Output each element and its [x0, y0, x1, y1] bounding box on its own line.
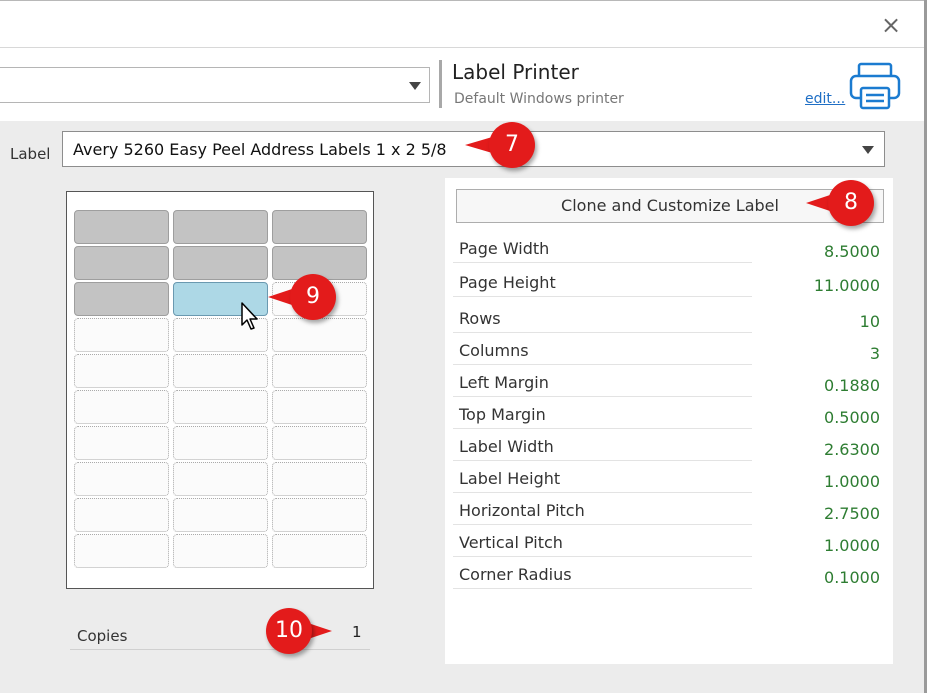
- label-cell[interactable]: [74, 354, 169, 388]
- callout-badge: 10: [266, 608, 312, 654]
- property-value: 11.0000: [813, 276, 880, 295]
- property-name: Columns: [459, 341, 529, 360]
- label-cell[interactable]: [272, 462, 367, 496]
- label-cell[interactable]: [173, 210, 268, 244]
- property-name: Rows: [459, 309, 501, 328]
- header-divider: [0, 47, 924, 48]
- property-row: Top Margin: [453, 398, 752, 429]
- property-row: Page Height: [453, 266, 752, 297]
- property-name: Horizontal Pitch: [459, 501, 585, 520]
- property-name: Left Margin: [459, 373, 549, 392]
- property-row: Horizontal Pitch: [453, 494, 752, 525]
- label-cell[interactable]: [173, 390, 268, 424]
- close-icon[interactable]: ×: [878, 12, 904, 38]
- label-cell[interactable]: [74, 498, 169, 532]
- label-cell[interactable]: [173, 354, 268, 388]
- copies-label: Copies: [77, 627, 128, 645]
- callout-10: 10: [266, 608, 332, 654]
- label-caption: Label: [10, 145, 51, 163]
- property-name: Top Margin: [459, 405, 546, 424]
- label-cell[interactable]: [272, 498, 367, 532]
- property-value: 0.5000: [824, 408, 880, 427]
- property-name: Page Width: [459, 239, 550, 258]
- label-cell[interactable]: [173, 426, 268, 460]
- property-value: 8.5000: [824, 242, 880, 261]
- printer-icon[interactable]: [848, 62, 902, 110]
- property-row: Page Width: [453, 232, 752, 263]
- label-cell[interactable]: [272, 426, 367, 460]
- property-row: Left Margin: [453, 366, 752, 397]
- label-cell[interactable]: [74, 210, 169, 244]
- copies-underline: [70, 649, 370, 650]
- label-cell[interactable]: [272, 210, 367, 244]
- label-cell[interactable]: [272, 390, 367, 424]
- printer-name: Label Printer: [452, 60, 579, 84]
- printer-separator: [439, 60, 442, 108]
- property-value: 1.0000: [824, 472, 880, 491]
- label-cell[interactable]: [74, 462, 169, 496]
- label-cell[interactable]: [74, 390, 169, 424]
- label-cell[interactable]: [173, 246, 268, 280]
- label-dropdown-value: Avery 5260 Easy Peel Address Labels 1 x …: [73, 140, 447, 159]
- property-value: 3: [869, 344, 880, 363]
- label-cell[interactable]: [272, 534, 367, 568]
- property-value: 0.1880: [824, 376, 880, 395]
- label-cell[interactable]: [74, 318, 169, 352]
- property-value: 2.7500: [824, 504, 880, 523]
- label-cell[interactable]: [74, 246, 169, 280]
- property-row: Corner Radius: [453, 558, 752, 589]
- callout-7: 7: [465, 122, 559, 168]
- property-row: Label Height: [453, 462, 752, 493]
- callout-badge: 8: [828, 180, 874, 226]
- property-name: Page Height: [459, 273, 556, 292]
- label-cell[interactable]: [74, 426, 169, 460]
- property-value: 10: [859, 312, 880, 331]
- mouse-cursor-icon: [241, 302, 258, 330]
- label-cell[interactable]: [173, 462, 268, 496]
- window-top-border: [0, 0, 925, 1]
- printer-dropdown[interactable]: [0, 67, 430, 103]
- label-cell[interactable]: [272, 318, 367, 352]
- chevron-down-icon: [862, 146, 874, 154]
- callout-badge: 7: [489, 122, 535, 168]
- label-cell[interactable]: [74, 282, 169, 316]
- label-sheet-preview[interactable]: [66, 191, 374, 589]
- property-name: Label Width: [459, 437, 554, 456]
- printer-subtitle: Default Windows printer: [454, 91, 624, 107]
- callout-badge: 9: [290, 274, 336, 320]
- copies-input[interactable]: 1: [352, 623, 362, 641]
- callout-9: 9: [268, 274, 336, 320]
- property-value: 0.1000: [824, 568, 880, 587]
- property-row: Vertical Pitch: [453, 526, 752, 557]
- property-name: Label Height: [459, 469, 561, 488]
- label-cell[interactable]: [173, 534, 268, 568]
- property-value: 2.6300: [824, 440, 880, 459]
- callout-8: 8: [806, 180, 874, 226]
- chevron-down-icon: [409, 82, 421, 90]
- edit-printer-link[interactable]: edit...: [805, 91, 845, 107]
- property-name: Corner Radius: [459, 565, 572, 584]
- property-row: Rows: [453, 302, 752, 333]
- label-cell[interactable]: [74, 534, 169, 568]
- property-row: Label Width: [453, 430, 752, 461]
- property-value: 1.0000: [824, 536, 880, 555]
- property-name: Vertical Pitch: [459, 533, 563, 552]
- label-cell[interactable]: [272, 354, 367, 388]
- label-cell[interactable]: [173, 498, 268, 532]
- property-row: Columns: [453, 334, 752, 365]
